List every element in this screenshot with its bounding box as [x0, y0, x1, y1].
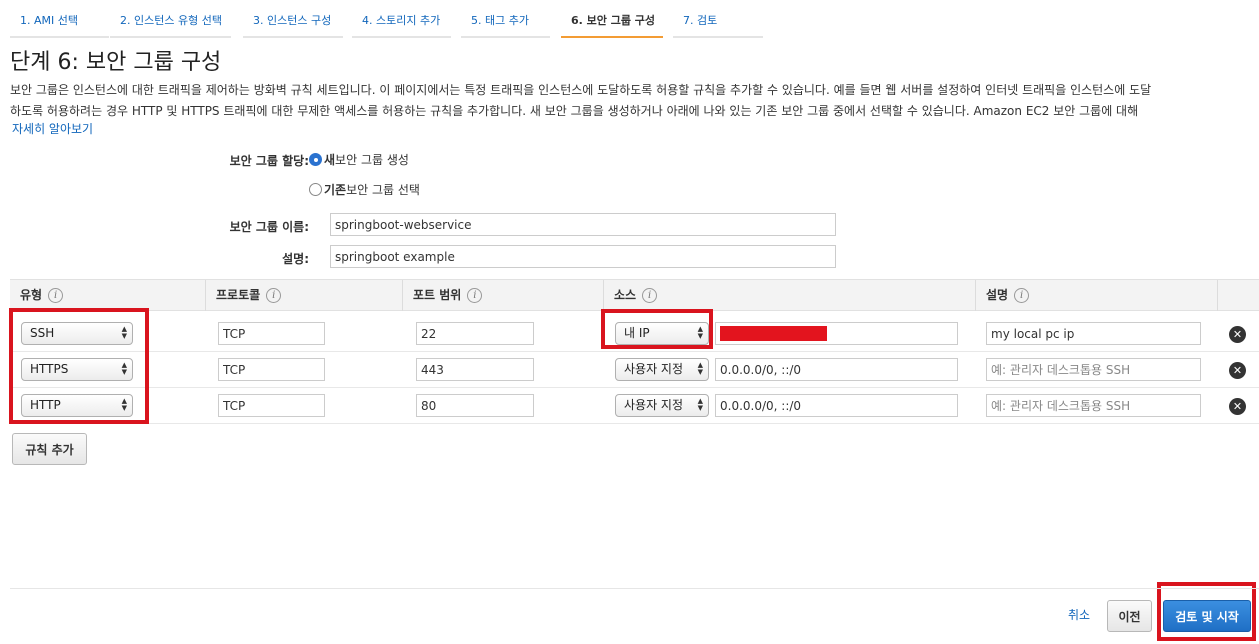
footer-divider [10, 588, 1259, 589]
description-line-2: 하도록 허용하려는 경우 HTTP 및 HTTPS 트래픽에 대한 무제한 액세… [10, 104, 1139, 118]
port-range-input[interactable] [416, 394, 534, 417]
previous-button[interactable]: 이전 [1107, 600, 1152, 632]
cancel-link[interactable]: 취소 [1068, 606, 1090, 623]
info-icon[interactable]: i [266, 288, 282, 303]
rule-description-input[interactable] [986, 394, 1201, 417]
review-and-launch-button[interactable]: 검토 및 시작 [1163, 600, 1251, 632]
col-header-description: 설명 i [975, 280, 1217, 311]
protocol-field[interactable] [218, 358, 325, 381]
page-title: 단계 6: 보안 그룹 구성 [10, 50, 222, 75]
type-select-value: HTTP [30, 398, 61, 412]
redacted-ip-bar [720, 326, 827, 341]
protocol-field[interactable] [218, 394, 325, 417]
select-arrows-icon: ▲ ▼ [697, 325, 703, 340]
group-description-input[interactable] [330, 245, 836, 268]
type-select[interactable]: SSH ▲ ▼ [21, 322, 133, 345]
wizard-step-storage[interactable]: 4. 스토리지 추가 [352, 10, 451, 38]
source-select-value: 내 IP [624, 326, 650, 340]
info-icon[interactable]: i [467, 288, 483, 303]
wizard-steps: 1. AMI 선택 2. 인스턴스 유형 선택 3. 인스턴스 구성 4. 스토… [0, 0, 1259, 40]
group-description-label: 설명: [282, 252, 309, 266]
wizard-step-tags[interactable]: 5. 태그 추가 [461, 10, 550, 38]
col-header-port-range: 포트 범위 i [402, 280, 603, 311]
radio-select-existing-circle[interactable] [309, 183, 322, 196]
radio-select-existing[interactable]: 기존 보안 그룹 선택 [309, 181, 420, 198]
source-select-value: 사용자 지정 [624, 362, 684, 376]
select-arrows-icon: ▲ ▼ [121, 361, 127, 376]
assign-label: 보안 그룹 할당: [229, 154, 309, 168]
port-range-input[interactable] [416, 358, 534, 381]
table-row: HTTPS ▲▼ 사용자 지정 ▲▼ ✕ [10, 352, 1259, 388]
source-cidr-input[interactable] [715, 358, 958, 381]
radio-create-new-circle[interactable] [309, 153, 322, 166]
table-row: SSH ▲▼ 내 IP ▲▼ ✕ [10, 316, 1259, 352]
select-arrows-icon: ▲ ▼ [121, 397, 127, 412]
select-arrows-icon: ▲ ▼ [697, 361, 703, 376]
col-header-protocol-label: 프로토콜 [216, 288, 261, 302]
add-rule-button[interactable]: 규칙 추가 [12, 433, 87, 465]
group-name-label: 보안 그룹 이름: [229, 220, 309, 234]
type-select[interactable]: HTTP ▲ ▼ [21, 394, 133, 417]
wizard-step-instance-type[interactable]: 2. 인스턴스 유형 선택 [110, 10, 231, 38]
info-icon[interactable]: i [48, 288, 64, 303]
radio-select-existing-bold: 기존 [324, 183, 347, 197]
source-cidr-input[interactable] [715, 394, 958, 417]
wizard-step-instance-config[interactable]: 3. 인스턴스 구성 [243, 10, 343, 38]
source-select[interactable]: 사용자 지정 ▲ ▼ [615, 358, 709, 381]
source-select[interactable]: 내 IP ▲ ▼ [615, 322, 709, 345]
col-header-port-range-label: 포트 범위 [413, 288, 462, 302]
select-arrows-icon: ▲ ▼ [121, 325, 127, 340]
rules-table-header: 유형 i 프로토콜 i 포트 범위 i 소스 i 설명 i [10, 279, 1259, 311]
wizard-step-ami[interactable]: 1. AMI 선택 [10, 10, 109, 38]
remove-rule-icon[interactable]: ✕ [1229, 398, 1246, 415]
col-header-source-label: 소스 [614, 288, 637, 302]
source-select[interactable]: 사용자 지정 ▲ ▼ [615, 394, 709, 417]
col-header-source: 소스 i [603, 280, 975, 311]
info-icon[interactable]: i [1014, 288, 1030, 303]
col-header-protocol: 프로토콜 i [205, 280, 402, 311]
col-header-description-label: 설명 [986, 288, 1009, 302]
type-select[interactable]: HTTPS ▲ ▼ [21, 358, 133, 381]
select-arrows-icon: ▲ ▼ [697, 397, 703, 412]
col-header-type-label: 유형 [20, 288, 43, 302]
radio-create-new-label: 보안 그룹 생성 [335, 153, 409, 167]
rule-description-input[interactable] [986, 322, 1201, 345]
col-header-actions [1217, 280, 1259, 311]
radio-create-new-bold: 새 [324, 153, 336, 167]
table-row: HTTP ▲▼ 사용자 지정 ▲▼ ✕ [10, 388, 1259, 424]
type-select-value: SSH [30, 326, 55, 340]
port-range-input[interactable] [416, 322, 534, 345]
group-name-input[interactable] [330, 213, 836, 236]
protocol-field[interactable] [218, 322, 325, 345]
wizard-step-review[interactable]: 7. 검토 [673, 10, 763, 38]
radio-create-new[interactable]: 새 보안 그룹 생성 [309, 151, 409, 168]
info-icon[interactable]: i [642, 288, 658, 303]
col-header-type: 유형 i [10, 280, 205, 311]
learn-more-link[interactable]: 자세히 알아보기 [12, 120, 93, 137]
radio-select-existing-label: 보안 그룹 선택 [346, 183, 420, 197]
type-select-value: HTTPS [30, 362, 69, 376]
page-description: 보안 그룹은 인스턴스에 대한 트래픽을 제어하는 방화벽 규칙 세트입니다. … [10, 80, 1259, 122]
remove-rule-icon[interactable]: ✕ [1229, 362, 1246, 379]
description-line-1: 보안 그룹은 인스턴스에 대한 트래픽을 제어하는 방화벽 규칙 세트입니다. … [10, 83, 1152, 97]
remove-rule-icon[interactable]: ✕ [1229, 326, 1246, 343]
wizard-step-security-group[interactable]: 6. 보안 그룹 구성 [561, 10, 663, 38]
source-select-value: 사용자 지정 [624, 398, 684, 412]
rule-description-input[interactable] [986, 358, 1201, 381]
